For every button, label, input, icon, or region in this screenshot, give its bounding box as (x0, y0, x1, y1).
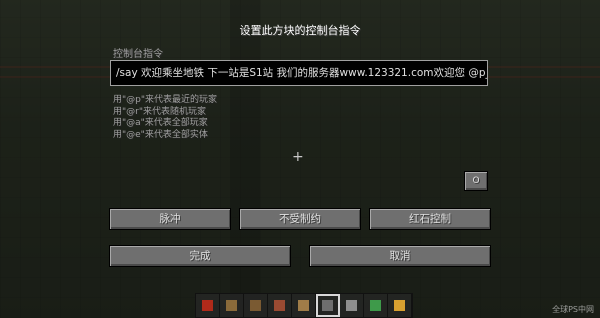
hotbar-slot[interactable] (316, 294, 340, 317)
hotbar-slot[interactable] (388, 294, 412, 317)
minecart-icon (322, 300, 333, 311)
redstone-control-button[interactable]: 红石控制 (369, 208, 491, 230)
redstone-torch-icon (202, 300, 213, 311)
wood-plank-icon (298, 300, 309, 311)
help-line: 用"@a"来代表全部玩家 (113, 118, 208, 128)
unconditional-button[interactable]: 不受制约 (239, 208, 361, 230)
emerald-block-icon (370, 300, 381, 311)
hotbar-slot[interactable] (292, 294, 316, 317)
command-field-label: 控制台指令 (113, 49, 163, 60)
crosshair-icon: + (292, 149, 304, 165)
hotbar (195, 293, 413, 318)
torch-icon (394, 300, 405, 311)
help-line: 用"@e"来代表全部实体 (113, 129, 208, 140)
help-line: 用"@p"来代表最近的玩家 (113, 95, 217, 105)
hotbar-slot[interactable] (340, 294, 364, 317)
track-output-toggle-button[interactable]: O (464, 171, 488, 191)
hotbar-slot[interactable] (220, 294, 244, 317)
hotbar-slot[interactable] (364, 294, 388, 317)
done-button[interactable]: 完成 (109, 245, 291, 267)
dialog-title: 设置此方块的控制台指令 (239, 24, 361, 37)
watermark: 全球PS中网 (552, 305, 594, 314)
selector-help: 用"@p"来代表最近的玩家 用"@r"来代表随机玩家 用"@a"来代表全部玩家 … (113, 95, 217, 141)
hotbar-slot[interactable] (196, 294, 220, 317)
slab-icon (346, 300, 357, 311)
impulse-mode-button[interactable]: 脉冲 (109, 208, 231, 230)
stick-icon (250, 300, 261, 311)
help-line: 用"@r"来代表随机玩家 (113, 106, 206, 117)
hotbar-slot[interactable] (244, 294, 268, 317)
rail-icon (226, 300, 237, 311)
brick-icon (274, 300, 285, 311)
command-input[interactable]: /say 欢迎乘坐地铁 下一站是S1站 我们的服务器www.123321.com… (110, 60, 488, 86)
hotbar-slot[interactable] (268, 294, 292, 317)
cancel-button[interactable]: 取消 (309, 245, 491, 267)
